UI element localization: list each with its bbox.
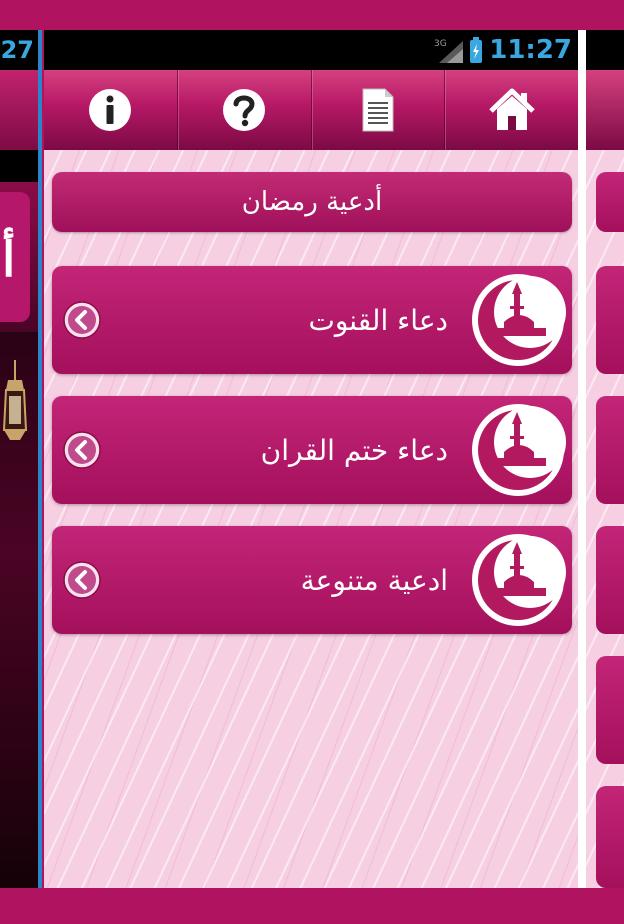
left-adjacent-screen: 27 أ — [0, 30, 40, 888]
section-header: أدعية رمضان — [52, 172, 572, 232]
toolbar — [44, 70, 578, 150]
home-icon — [488, 88, 535, 130]
list-item[interactable]: دعاء القنوت — [52, 266, 572, 374]
battery-icon — [470, 37, 483, 63]
bottom-border — [0, 888, 624, 924]
left-banner: أ — [0, 182, 40, 332]
page-title: أدعية رمضان — [241, 187, 383, 217]
right-header-block — [596, 172, 624, 232]
left-banner-glyph: أ — [2, 232, 16, 288]
signal-3g-icon: 3G — [434, 39, 464, 63]
left-status-time: 27 — [0, 36, 34, 64]
svg-text:3G: 3G — [434, 39, 447, 49]
home-button[interactable] — [444, 70, 578, 150]
screen-divider-left — [38, 30, 42, 888]
right-list-block — [596, 266, 624, 374]
chevron-left-icon[interactable] — [62, 430, 102, 470]
right-list-block — [596, 526, 624, 634]
chevron-left-icon[interactable] — [62, 560, 102, 600]
help-icon — [223, 89, 266, 131]
list-item[interactable]: ادعية متنوعة — [52, 526, 572, 634]
chevron-left-icon[interactable] — [62, 300, 102, 340]
list-item-label: دعاء القنوت — [308, 303, 448, 337]
info-icon — [89, 89, 132, 131]
left-status-bar: 27 — [0, 30, 40, 70]
right-status-bar — [586, 30, 624, 70]
main-screen: 3G 11:27 أدعية رمضان دعاء القنوت دعاء خت… — [44, 30, 578, 888]
help-button[interactable] — [176, 70, 311, 150]
right-list-block — [596, 656, 624, 764]
top-border — [0, 0, 624, 30]
status-bar: 3G 11:27 — [44, 30, 578, 70]
mosque-moon-icon — [472, 274, 566, 366]
list-item[interactable]: دعاء ختم القران — [52, 396, 572, 504]
left-toolbar — [0, 70, 40, 150]
mosque-moon-icon — [472, 534, 566, 626]
right-adjacent-screen — [586, 30, 624, 888]
right-list-block — [596, 786, 624, 888]
screen-divider-right — [578, 30, 586, 888]
mosque-moon-icon — [472, 404, 566, 496]
right-list-block — [596, 396, 624, 504]
info-button[interactable] — [44, 70, 177, 150]
lantern-icon — [2, 360, 28, 440]
document-icon — [362, 88, 394, 132]
document-button[interactable] — [310, 70, 445, 150]
right-toolbar — [586, 70, 624, 150]
list-item-label: دعاء ختم القران — [260, 433, 448, 467]
status-time: 11:27 — [489, 35, 572, 65]
list-item-label: ادعية متنوعة — [300, 563, 448, 597]
status-icons: 3G 11:27 — [433, 34, 572, 66]
